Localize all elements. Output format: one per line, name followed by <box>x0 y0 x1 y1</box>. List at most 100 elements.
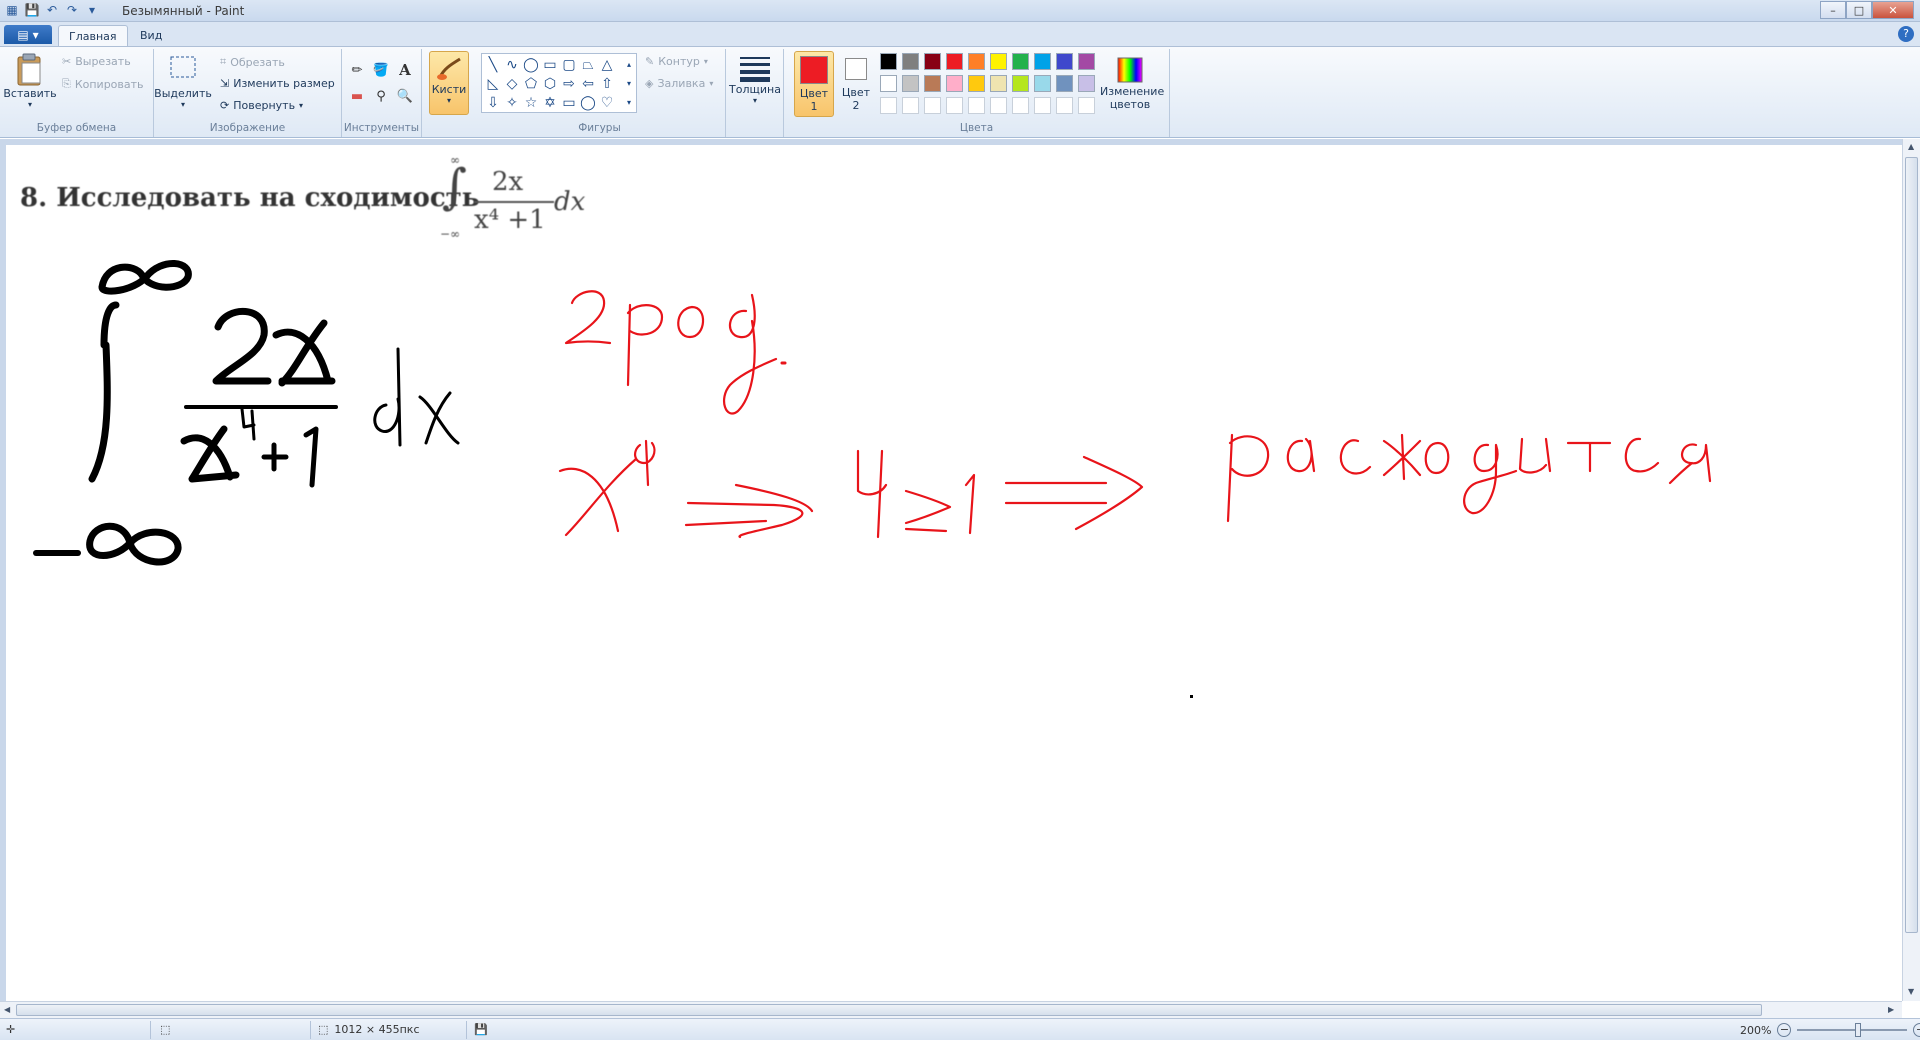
resize-button[interactable]: ⇲ Изменить размер <box>220 77 335 90</box>
horizontal-scroll-thumb[interactable] <box>16 1004 1762 1016</box>
custom-color-slot[interactable] <box>1012 97 1029 114</box>
text-tool-icon[interactable]: A <box>394 59 416 81</box>
customize-qat-icon[interactable]: ▾ <box>84 2 100 18</box>
cut-button[interactable]: ✂ Вырезать <box>62 55 131 68</box>
palette-color-swatch[interactable] <box>880 53 897 70</box>
oval-shape-icon[interactable]: ◯ <box>522 56 540 74</box>
custom-color-slot[interactable] <box>990 97 1007 114</box>
custom-color-slot[interactable] <box>880 97 897 114</box>
crop-button[interactable]: ⌗ Обрезать <box>220 55 285 69</box>
scroll-left-arrow-icon[interactable]: ◀ <box>4 1005 10 1014</box>
color-picker-icon[interactable]: ⚲ <box>370 85 392 107</box>
fill-button[interactable]: ◈ Заливка ▾ <box>645 77 713 90</box>
paint-menu-button[interactable]: ▤ ▾ <box>4 25 52 44</box>
rectangle-shape-icon[interactable]: ▭ <box>541 56 559 74</box>
magnifier-icon[interactable]: 🔍 <box>394 85 416 107</box>
scroll-right-arrow-icon[interactable]: ▶ <box>1888 1005 1894 1014</box>
fill-bucket-icon[interactable]: 🪣 <box>370 59 392 81</box>
paste-button[interactable]: Вставить ▾ <box>3 53 57 109</box>
zoom-slider[interactable] <box>1797 1023 1908 1037</box>
edit-colors-button[interactable]: Изменение цветов <box>1098 55 1164 111</box>
vertical-scroll-thumb[interactable] <box>1905 157 1918 933</box>
rotate-button[interactable]: ⟳ Повернуть ▾ <box>220 99 303 112</box>
copy-button[interactable]: ⎘ Копировать <box>62 77 144 91</box>
zoom-in-icon[interactable]: + <box>1913 1023 1920 1037</box>
up-arrow-shape-icon[interactable]: ⇧ <box>598 75 616 93</box>
redo-icon[interactable]: ↷ <box>64 2 80 18</box>
outline-button[interactable]: ✎ Контур ▾ <box>645 55 708 68</box>
undo-icon[interactable]: ↶ <box>44 2 60 18</box>
custom-color-slot[interactable] <box>1034 97 1051 114</box>
palette-color-swatch[interactable] <box>946 75 963 92</box>
close-button[interactable]: ✕ <box>1872 1 1914 19</box>
tab-home[interactable]: Главная <box>58 25 128 46</box>
size-button[interactable]: Толщина ▾ <box>729 53 781 105</box>
custom-color-slot[interactable] <box>902 97 919 114</box>
zoom-out-icon[interactable]: − <box>1777 1023 1792 1037</box>
palette-color-swatch[interactable] <box>1012 75 1029 92</box>
palette-color-swatch[interactable] <box>968 53 985 70</box>
image-size-indicator: ⬚ 1012 × 455пкс <box>318 1023 420 1036</box>
expand-gallery-icon[interactable]: ▾ <box>620 94 638 112</box>
eraser-icon[interactable]: ▬ <box>346 85 368 107</box>
scroll-down-arrow-icon[interactable]: ▼ <box>1908 987 1914 996</box>
horizontal-scrollbar[interactable]: ◀ ▶ <box>0 1001 1902 1018</box>
palette-color-swatch[interactable] <box>1056 53 1073 70</box>
scroll-up-icon[interactable]: ▴ <box>620 56 638 74</box>
palette-color-swatch[interactable] <box>1078 75 1095 92</box>
palette-color-swatch[interactable] <box>990 75 1007 92</box>
scroll-down-icon[interactable]: ▾ <box>620 75 638 93</box>
callout-oval-shape-icon[interactable]: ◯ <box>579 94 597 112</box>
palette-color-swatch[interactable] <box>924 75 941 92</box>
heart-shape-icon[interactable]: ♡ <box>598 94 616 112</box>
help-icon[interactable]: ? <box>1898 26 1914 42</box>
palette-color-swatch[interactable] <box>1056 75 1073 92</box>
palette-color-swatch[interactable] <box>880 75 897 92</box>
color1-button[interactable]: Цвет 1 <box>794 51 834 117</box>
palette-color-swatch[interactable] <box>1078 53 1095 70</box>
brushes-button[interactable]: Кисти ▾ <box>429 51 469 115</box>
palette-color-swatch[interactable] <box>1034 75 1051 92</box>
paint-app-icon[interactable]: ▦ <box>4 2 20 18</box>
six-point-star-shape-icon[interactable]: ✡ <box>541 94 559 112</box>
right-arrow-shape-icon[interactable]: ⇨ <box>560 75 578 93</box>
zoom-slider-thumb[interactable] <box>1855 1023 1862 1037</box>
custom-color-slot[interactable] <box>1078 97 1095 114</box>
palette-color-swatch[interactable] <box>990 53 1007 70</box>
rounded-rectangle-shape-icon[interactable]: ▢ <box>560 56 578 74</box>
select-button[interactable]: Выделить ▾ <box>154 53 212 109</box>
palette-color-swatch[interactable] <box>1034 53 1051 70</box>
custom-color-slot[interactable] <box>946 97 963 114</box>
curve-shape-icon[interactable]: ∿ <box>503 56 521 74</box>
drawing-canvas[interactable]: 8. Исследовать на сходимость ∞ ∫ −∞ 2x x… <box>6 145 1902 1001</box>
maximize-button[interactable]: □ <box>1846 1 1872 19</box>
minimize-button[interactable]: – <box>1820 1 1846 19</box>
down-arrow-shape-icon[interactable]: ⇩ <box>484 94 502 112</box>
pencil-icon[interactable]: ✏ <box>346 59 368 81</box>
custom-color-slot[interactable] <box>968 97 985 114</box>
palette-color-swatch[interactable] <box>902 75 919 92</box>
palette-color-swatch[interactable] <box>902 53 919 70</box>
pentagon-shape-icon[interactable]: ⬠ <box>522 75 540 93</box>
vertical-scrollbar[interactable]: ▲ ▼ <box>1902 139 1920 1001</box>
four-point-star-shape-icon[interactable]: ✧ <box>503 94 521 112</box>
five-point-star-shape-icon[interactable]: ☆ <box>522 94 540 112</box>
palette-color-swatch[interactable] <box>968 75 985 92</box>
color2-button[interactable]: Цвет 2 <box>836 51 876 117</box>
right-triangle-shape-icon[interactable]: ◺ <box>484 75 502 93</box>
line-shape-icon[interactable]: ╲ <box>484 56 502 74</box>
custom-color-slot[interactable] <box>924 97 941 114</box>
tab-view[interactable]: Вид <box>130 25 172 46</box>
custom-color-slot[interactable] <box>1056 97 1073 114</box>
polygon-shape-icon[interactable]: ⏢ <box>579 56 597 74</box>
left-arrow-shape-icon[interactable]: ⇦ <box>579 75 597 93</box>
triangle-shape-icon[interactable]: △ <box>598 56 616 74</box>
diamond-shape-icon[interactable]: ◇ <box>503 75 521 93</box>
hexagon-shape-icon[interactable]: ⬡ <box>541 75 559 93</box>
scroll-up-arrow-icon[interactable]: ▲ <box>1908 142 1914 151</box>
palette-color-swatch[interactable] <box>1012 53 1029 70</box>
palette-color-swatch[interactable] <box>924 53 941 70</box>
palette-color-swatch[interactable] <box>946 53 963 70</box>
save-icon[interactable]: 💾 <box>24 2 40 18</box>
callout-rounded-shape-icon[interactable]: ▭ <box>560 94 578 112</box>
